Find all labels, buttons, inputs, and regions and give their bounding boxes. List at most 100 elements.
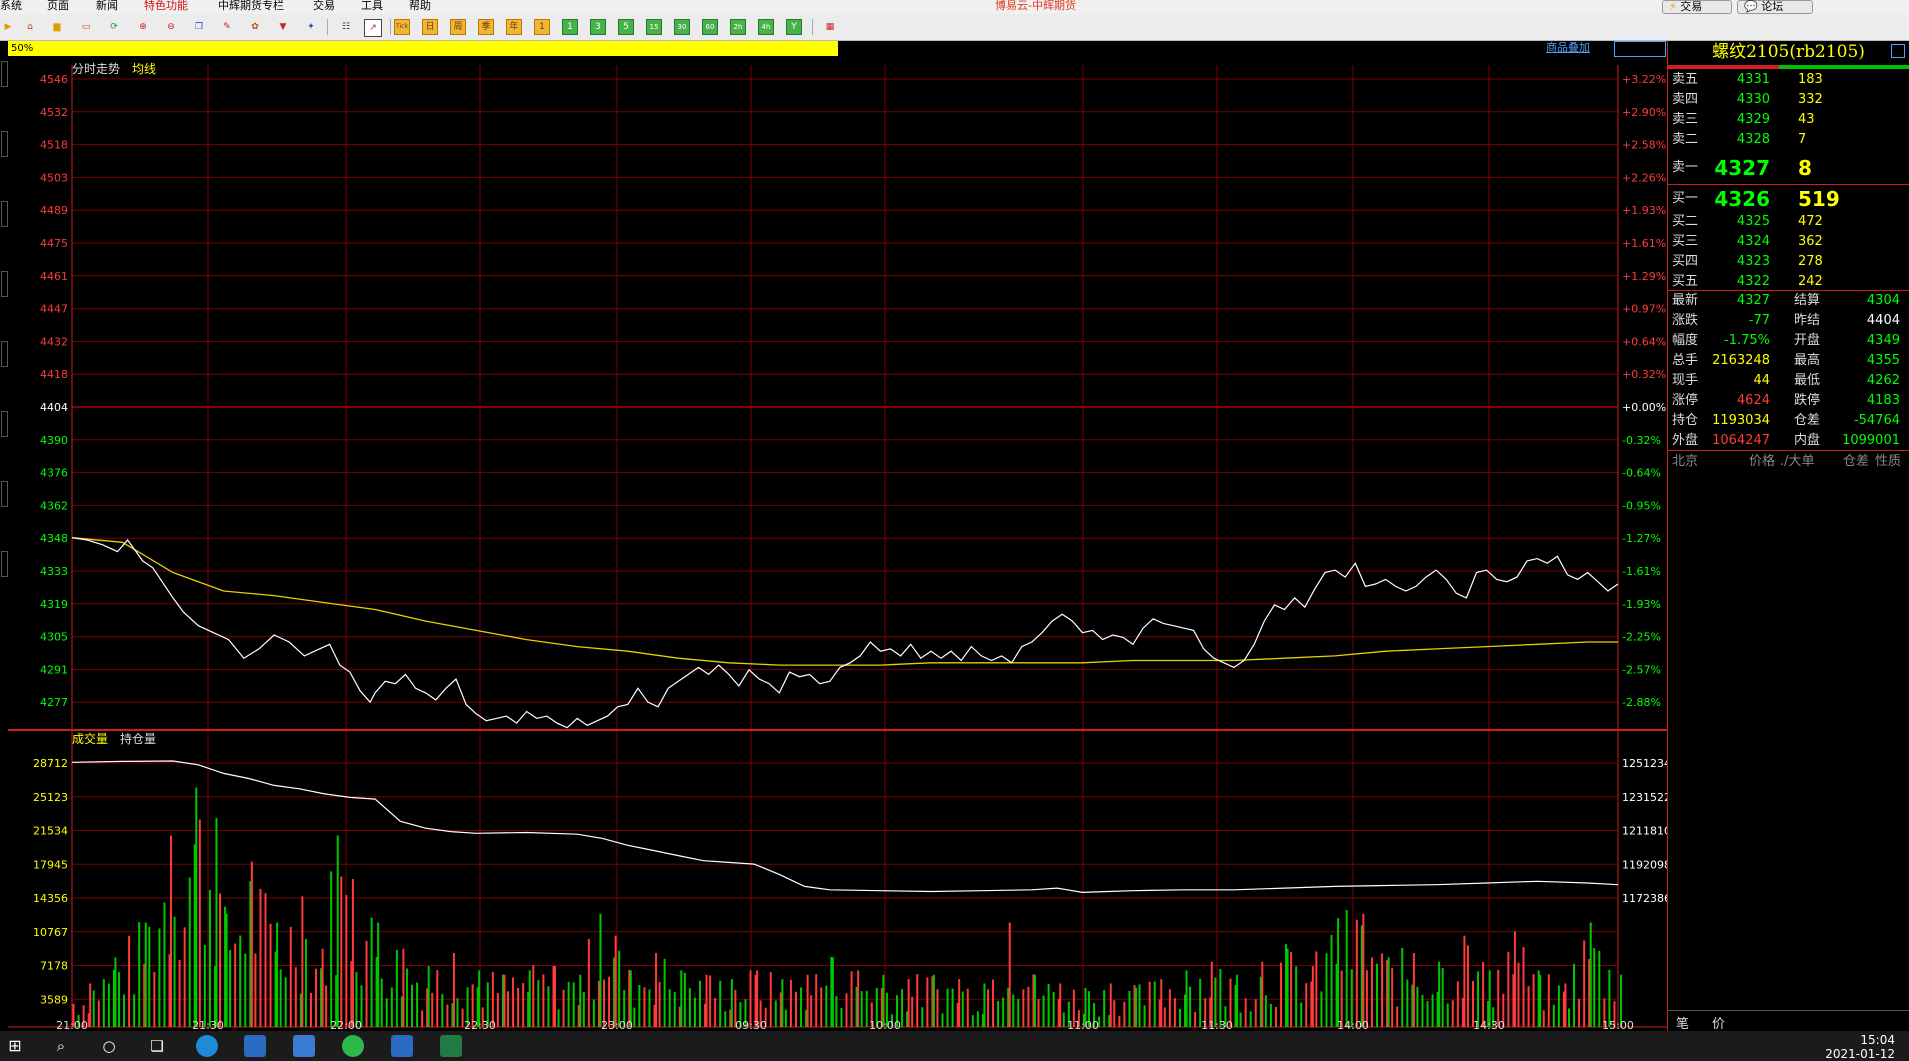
stat-label: 总手 (1672, 353, 1699, 368)
ask-row[interactable]: 卖四 4330 332 (1672, 91, 1902, 109)
bid-row[interactable]: 买二 4325 472 (1672, 213, 1902, 231)
period-60-button[interactable]: 60 (702, 19, 718, 35)
ask1-row[interactable]: 卖一 4327 8 (1672, 154, 1902, 182)
menu-item-page[interactable]: 页面 (47, 0, 69, 11)
pct-tick-label: -0.32% (1622, 434, 1661, 447)
left-tab[interactable] (1, 131, 8, 157)
intraday-chart[interactable]: 4546 +3.22% 4532 +2.90% 4518 +2.58% 4503 +2.26%… (8, 57, 1667, 1031)
left-tab[interactable] (1, 481, 8, 507)
stat-label: 幅度 (1672, 333, 1699, 348)
menu-item-help[interactable]: 帮助 (409, 0, 431, 11)
pct-tick-label: -1.93% (1622, 598, 1661, 611)
windows-icon[interactable]: ❐ (191, 19, 207, 35)
period-3-button[interactable]: 3 (590, 19, 606, 35)
zoom-in-icon[interactable]: ⊕ (135, 19, 151, 35)
stat-label: 最高 (1794, 353, 1821, 368)
expand-icon[interactable] (1891, 44, 1905, 58)
menu-item-column[interactable]: 中辉期货专栏 (218, 0, 284, 11)
period-5-button[interactable]: 5 (618, 19, 634, 35)
stat-row: 最新 4327 结算 4304 (1672, 292, 1902, 310)
period-year-button[interactable]: 1 (534, 19, 550, 35)
window-controls[interactable] (1614, 41, 1666, 57)
bid-volume: 472 (1798, 214, 1823, 229)
filter-icon[interactable]: ▼ (275, 19, 291, 35)
menu-item-trade[interactable]: 交易 (313, 0, 335, 11)
pct-tick-label: +2.90% (1622, 106, 1666, 119)
folder-icon[interactable]: ▆ (49, 19, 65, 35)
period-month-button[interactable]: 季 (478, 19, 494, 35)
home-icon[interactable]: ⌂ (22, 19, 38, 35)
period-week-button[interactable]: 周 (450, 19, 466, 35)
oi-tick-label: 1172386 (1622, 892, 1667, 905)
task-view-icon[interactable]: ❏ (146, 1035, 168, 1057)
refresh-icon[interactable]: ⟳ (106, 19, 122, 35)
pct-tick-label: -2.57% (1622, 663, 1661, 676)
left-tab[interactable] (1, 61, 8, 87)
menu-item-features[interactable]: 特色功能 (144, 0, 188, 11)
bid1-row[interactable]: 买一 4326 519 (1672, 185, 1902, 213)
bid-volume: 278 (1798, 254, 1823, 269)
period-4h-button[interactable]: 4h (758, 19, 774, 35)
app-icon[interactable] (244, 1035, 266, 1057)
chart-line-icon[interactable]: ↗ (364, 19, 382, 37)
ask-row[interactable]: 卖二 4328 7 (1672, 131, 1902, 149)
ask-price: 4328 (1736, 132, 1770, 147)
tab-trades[interactable]: 笔 (1676, 1013, 1689, 1032)
wechat-icon[interactable] (342, 1035, 364, 1057)
calculator-icon[interactable]: ▦ (822, 19, 838, 35)
price-tick-label: 4546 (40, 73, 68, 86)
card-icon[interactable]: ▭ (78, 19, 94, 35)
bid-row[interactable]: 买三 4324 362 (1672, 233, 1902, 251)
instrument-title: 螺纹2105(rb2105) (1712, 42, 1865, 62)
windows-start-icon[interactable]: ⊞ (4, 1035, 26, 1057)
system-clock[interactable]: 15:04 2021-01-12 (1825, 1033, 1895, 1061)
search-icon[interactable]: ⌕ (50, 1035, 72, 1057)
left-tab[interactable] (1, 341, 8, 367)
pen-icon[interactable]: ✎ (219, 19, 235, 35)
ask-volume: 183 (1798, 72, 1823, 87)
left-tab[interactable] (1, 201, 8, 227)
stat-label: 内盘 (1794, 433, 1821, 448)
left-tab[interactable] (1, 271, 8, 297)
excel-icon[interactable] (440, 1035, 462, 1057)
menu-item-system[interactable]: 系统 (0, 0, 22, 11)
period-1-button[interactable]: 1 (562, 19, 578, 35)
bid-row[interactable]: 买四 4323 278 (1672, 253, 1902, 271)
period-tick-button[interactable]: Tick (394, 19, 410, 35)
period-y-button[interactable]: Y (786, 19, 802, 35)
oi-label: 持仓量 (120, 731, 156, 746)
stat-label: 涨停 (1672, 393, 1699, 408)
cortana-icon[interactable]: ○ (98, 1035, 120, 1057)
period-quarter-button[interactable]: 年 (506, 19, 522, 35)
tab-price[interactable]: 价 (1712, 1013, 1725, 1032)
left-tab[interactable] (1, 551, 8, 577)
settings-icon[interactable]: ✦ (303, 19, 319, 35)
bid-price: 4323 (1736, 254, 1770, 269)
app-icon[interactable] (391, 1035, 413, 1057)
bid-row[interactable]: 买五 4322 242 (1672, 273, 1902, 291)
menu-item-news[interactable]: 新闻 (96, 0, 118, 11)
ticker-header: 北京 价格 ./大单 仓差 性质 (1672, 454, 1902, 469)
forum-button[interactable]: 💬 论坛 (1737, 0, 1813, 14)
overlay-link[interactable]: 商品叠加 (1546, 41, 1590, 55)
period-30-button[interactable]: 30 (674, 19, 690, 35)
table-icon[interactable]: ☷ (338, 19, 354, 35)
browser-icon[interactable] (196, 1035, 218, 1057)
oi-tick-label: 1231522 (1622, 791, 1667, 804)
left-tab[interactable] (1, 411, 8, 437)
ask-row[interactable]: 卖三 4329 43 (1672, 111, 1902, 129)
trade-button[interactable]: ⚡ 交易 (1662, 0, 1732, 14)
toolbar-separator (327, 19, 328, 35)
period-15-button[interactable]: 15 (646, 19, 662, 35)
app-icon[interactable] (293, 1035, 315, 1057)
bid-label: 买五 (1672, 274, 1699, 289)
menu-item-tools[interactable]: 工具 (361, 0, 383, 11)
paint-icon[interactable]: ✿ (247, 19, 263, 35)
ask-row[interactable]: 卖五 4331 183 (1672, 71, 1902, 89)
zoom-out-icon[interactable]: ⊖ (163, 19, 179, 35)
price-tick-label: 4404 (40, 401, 68, 414)
arrow-icon[interactable]: ▶ (0, 19, 16, 35)
period-2h-button[interactable]: 2h (730, 19, 746, 35)
pct-tick-label: +1.29% (1622, 270, 1666, 283)
period-day-button[interactable]: 日 (422, 19, 438, 35)
